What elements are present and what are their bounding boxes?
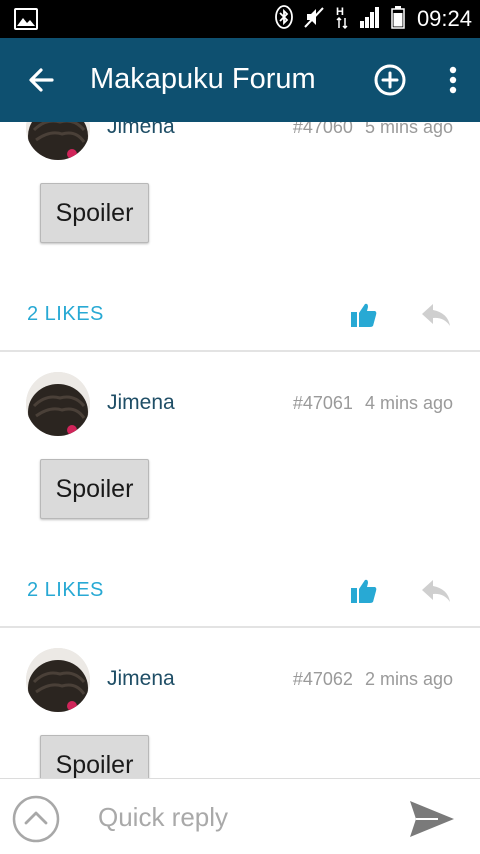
back-arrow-icon[interactable]: [24, 62, 60, 98]
reply-icon[interactable]: [420, 578, 452, 604]
thumbs-up-icon[interactable]: [350, 578, 378, 604]
clock: 09:24: [416, 6, 472, 31]
post-number: #47060: [292, 122, 353, 137]
post-author[interactable]: Jimena: [107, 667, 175, 691]
post-author[interactable]: Jimena: [107, 391, 175, 415]
avatar[interactable]: [26, 372, 90, 436]
likes-count[interactable]: 2 LIKES: [27, 579, 104, 602]
more-vert-icon[interactable]: [440, 62, 466, 98]
expand-up-icon[interactable]: [12, 795, 60, 843]
post-meta: #47062 2 mins ago: [293, 669, 453, 690]
post-time: 5 mins ago: [364, 122, 453, 137]
post-meta: #47060 5 mins ago: [293, 122, 453, 138]
send-icon[interactable]: [408, 799, 456, 839]
mute-icon: [303, 5, 325, 34]
svg-text:H: H: [336, 6, 344, 18]
spoiler-button[interactable]: Spoiler: [40, 183, 149, 243]
app-bar: Makapuku Forum: [0, 38, 480, 122]
post-time: 2 mins ago: [364, 669, 453, 689]
post-author[interactable]: Jimena: [107, 122, 175, 139]
post-number: #47061: [292, 393, 353, 413]
spoiler-button[interactable]: Spoiler: [40, 735, 149, 778]
reply-icon[interactable]: [420, 302, 452, 328]
post-item: Jimena #47061 4 mins ago Spoiler 2 LIKES: [0, 352, 480, 626]
bluetooth-icon: [275, 4, 293, 34]
quick-reply-bar: [0, 778, 480, 854]
post-meta: #47061 4 mins ago: [293, 393, 453, 414]
thumbs-up-icon[interactable]: [350, 302, 378, 328]
add-circle-icon[interactable]: [372, 62, 408, 98]
likes-count[interactable]: 2 LIKES: [27, 303, 104, 326]
page-title: Makapuku Forum: [90, 63, 316, 95]
status-icons: H 09:24: [275, 0, 472, 38]
avatar[interactable]: [26, 122, 90, 160]
post-item: Jimena #47060 5 mins ago Spoiler 2 LIKES: [0, 122, 480, 352]
spoiler-button[interactable]: Spoiler: [40, 459, 149, 519]
status-bar: H 09:24: [0, 0, 480, 38]
post-number: #47062: [292, 669, 353, 689]
post-list[interactable]: Jimena #47060 5 mins ago Spoiler 2 LIKES …: [0, 122, 480, 778]
network-h-icon: H: [335, 4, 349, 35]
post-item: Jimena #47062 2 mins ago Spoiler: [0, 628, 480, 778]
quick-reply-input[interactable]: [98, 797, 388, 837]
avatar[interactable]: [26, 648, 90, 712]
post-time: 4 mins ago: [364, 393, 453, 413]
gallery-icon: [14, 8, 38, 30]
battery-icon: [391, 5, 405, 34]
signal-icon: [359, 5, 381, 34]
